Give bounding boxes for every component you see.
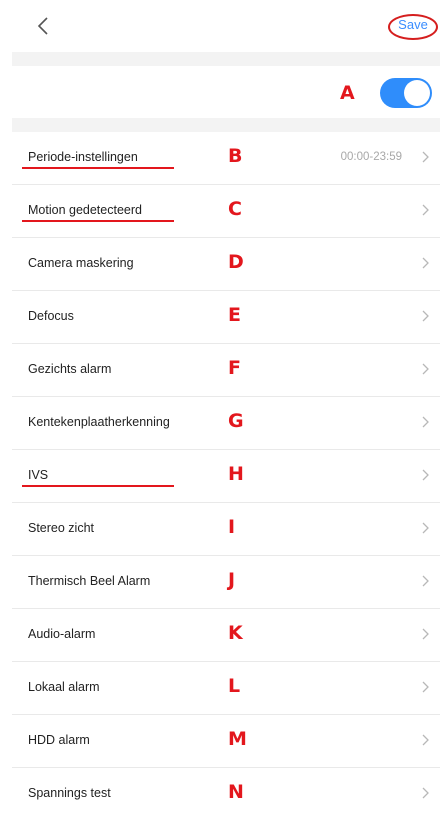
chevron-right-icon bbox=[422, 204, 429, 216]
annotation-h: H bbox=[228, 463, 244, 485]
list-item-label: HDD alarm bbox=[28, 733, 90, 747]
enable-row bbox=[12, 66, 440, 118]
annotation-underline bbox=[22, 485, 174, 487]
chevron-right-icon bbox=[422, 257, 429, 269]
list-item-audio-alarm[interactable]: Audio-alarm K bbox=[12, 609, 440, 662]
list-item-hdd-alarm[interactable]: HDD alarm M bbox=[12, 715, 440, 768]
list-item-label: Camera maskering bbox=[28, 256, 134, 270]
list-item-label: Spannings test bbox=[28, 786, 111, 800]
list-item-stereo-zicht[interactable]: Stereo zicht I bbox=[12, 503, 440, 556]
chevron-right-icon bbox=[422, 628, 429, 640]
annotation-l: L bbox=[228, 675, 241, 697]
annotation-i: I bbox=[228, 516, 236, 538]
chevron-right-icon bbox=[422, 522, 429, 534]
list-item-defocus[interactable]: Defocus E bbox=[12, 291, 440, 344]
back-chevron-icon[interactable] bbox=[34, 14, 54, 38]
annotation-underline bbox=[22, 220, 174, 222]
list-item-label: Motion gedetecteerd bbox=[28, 203, 142, 217]
chevron-right-icon bbox=[422, 787, 429, 799]
list-item-thermisch-alarm[interactable]: Thermisch Beel Alarm J bbox=[12, 556, 440, 609]
chevron-right-icon bbox=[422, 575, 429, 587]
list-item-label: Kentekenplaatherkenning bbox=[28, 415, 170, 429]
list-item-label: Stereo zicht bbox=[28, 521, 95, 535]
top-bar: Save bbox=[0, 0, 440, 52]
list-item-label: Lokaal alarm bbox=[28, 680, 100, 694]
chevron-right-icon bbox=[422, 469, 429, 481]
toggle-knob bbox=[404, 80, 430, 106]
list-item-ivs[interactable]: IVS H bbox=[12, 450, 440, 503]
section-divider bbox=[12, 118, 440, 132]
annotation-n: N bbox=[228, 781, 244, 803]
list-item-kentekenplaatherkenning[interactable]: Kentekenplaatherkenning G bbox=[12, 397, 440, 450]
annotation-c: C bbox=[228, 198, 242, 220]
list-item-label: IVS bbox=[28, 468, 49, 482]
list-item-label: Defocus bbox=[28, 309, 74, 323]
chevron-right-icon bbox=[422, 416, 429, 428]
chevron-right-icon bbox=[422, 681, 429, 693]
annotation-f: F bbox=[228, 357, 241, 379]
save-button[interactable]: Save bbox=[388, 17, 438, 32]
chevron-right-icon bbox=[422, 151, 429, 163]
list-item-lokaal-alarm[interactable]: Lokaal alarm L bbox=[12, 662, 440, 715]
save-area: Save bbox=[388, 14, 438, 40]
list-item-value: 00:00-23:59 bbox=[340, 151, 402, 163]
settings-list: Periode-instellingen B 00:00-23:59 Motio… bbox=[12, 132, 440, 821]
list-item-label: Thermisch Beel Alarm bbox=[28, 574, 151, 588]
list-item-periode[interactable]: Periode-instellingen B 00:00-23:59 bbox=[12, 132, 440, 185]
list-item-label: Audio-alarm bbox=[28, 627, 96, 641]
list-item-gezichts-alarm[interactable]: Gezichts alarm F bbox=[12, 344, 440, 397]
list-item-camera-maskering[interactable]: Camera maskering D bbox=[12, 238, 440, 291]
annotation-e: E bbox=[228, 304, 241, 326]
annotation-b: B bbox=[228, 145, 243, 167]
list-item-motion[interactable]: Motion gedetecteerd C bbox=[12, 185, 440, 238]
annotation-a: A bbox=[340, 82, 355, 104]
list-item-label: Periode-instellingen bbox=[28, 150, 138, 164]
annotation-g: G bbox=[228, 410, 244, 432]
chevron-right-icon bbox=[422, 310, 429, 322]
annotation-underline bbox=[22, 167, 174, 169]
annotation-k: K bbox=[228, 622, 243, 644]
chevron-right-icon bbox=[422, 734, 429, 746]
annotation-j: J bbox=[228, 569, 236, 591]
list-item-label: Gezichts alarm bbox=[28, 362, 112, 376]
section-divider bbox=[12, 52, 440, 66]
enable-toggle[interactable] bbox=[380, 78, 432, 108]
chevron-right-icon bbox=[422, 363, 429, 375]
annotation-d: D bbox=[228, 251, 244, 273]
annotation-m: M bbox=[228, 728, 247, 750]
list-item-spannings-test[interactable]: Spannings test N bbox=[12, 768, 440, 821]
